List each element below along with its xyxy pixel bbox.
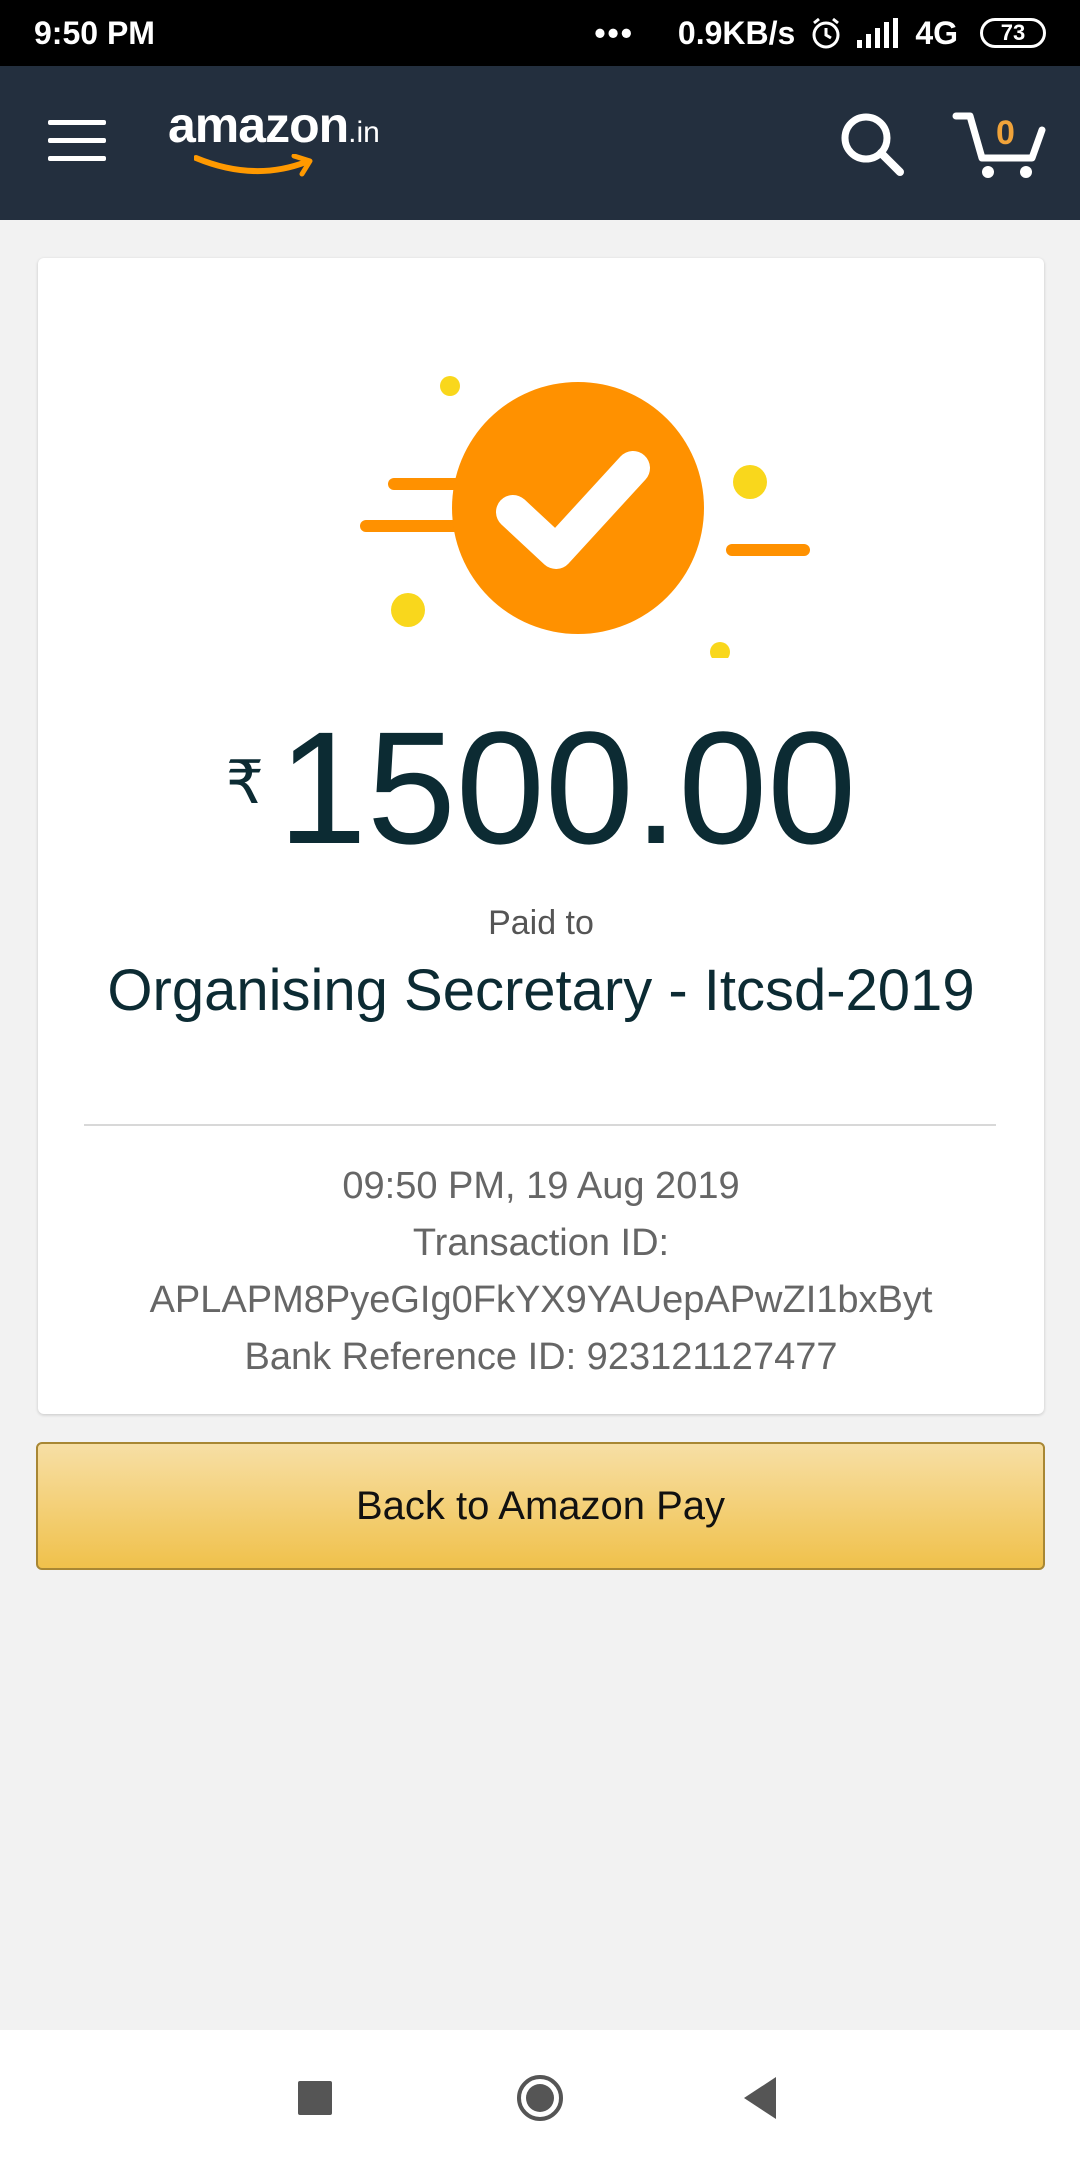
- battery-level: 73: [1000, 20, 1026, 45]
- signal-icon: [857, 18, 899, 48]
- battery-icon: 73: [980, 18, 1046, 48]
- success-check-icon: [360, 376, 810, 658]
- status-dots: •••: [594, 14, 634, 51]
- bank-reference: Bank Reference ID: 923121127477: [244, 1336, 838, 1378]
- back-button-label: Back to Amazon Pay: [355, 1483, 726, 1528]
- amazon-logo[interactable]: amazon.in: [168, 96, 408, 177]
- system-nav-bar: [0, 2030, 1080, 2160]
- home-icon[interactable]: [515, 2073, 565, 2123]
- cart-count: 0: [996, 114, 1015, 152]
- logo-tld: .in: [348, 116, 380, 149]
- network-speed: 0.9KB/s: [677, 14, 796, 51]
- logo-smile-icon: [194, 154, 313, 177]
- network-type: 4G: [915, 14, 958, 51]
- currency-symbol: ₹: [225, 749, 264, 816]
- transaction-id-label: Transaction ID:: [412, 1222, 670, 1264]
- payment-amount: ₹1500.00: [38, 698, 1044, 878]
- recents-icon[interactable]: [298, 2081, 332, 2115]
- alarm-icon: [812, 17, 840, 49]
- payment-confirmation-card: ₹1500.00 Paid to Organising Secretary - …: [38, 258, 1044, 1414]
- paid-to-label: Paid to: [488, 904, 594, 942]
- divider: [84, 1124, 996, 1126]
- logo-word: amazon: [168, 97, 349, 153]
- search-icon[interactable]: [838, 110, 906, 178]
- status-right: ••• 0.9KB/s 4G 73: [594, 15, 1046, 52]
- status-bar: 9:50 PM ••• 0.9KB/s 4G 73: [0, 0, 1080, 66]
- menu-icon[interactable]: [48, 120, 106, 164]
- app-header: amazon.in 0: [0, 66, 1080, 220]
- back-icon[interactable]: [740, 2075, 780, 2121]
- transaction-datetime: 09:50 PM, 19 Aug 2019: [342, 1165, 740, 1207]
- payee-name: Organising Secretary - Itcsd-2019: [107, 958, 975, 1023]
- back-to-amazon-pay-button[interactable]: Back to Amazon Pay: [36, 1442, 1045, 1570]
- status-time: 9:50 PM: [34, 14, 155, 51]
- transaction-id: APLAPM8PyeGIg0FkYX9YAUepAPwZI1bxByt: [149, 1279, 933, 1321]
- amount-value: 1500.00: [277, 698, 857, 877]
- transaction-details: 09:50 PM, 19 Aug 2019 Transaction ID: AP…: [38, 1158, 1044, 1386]
